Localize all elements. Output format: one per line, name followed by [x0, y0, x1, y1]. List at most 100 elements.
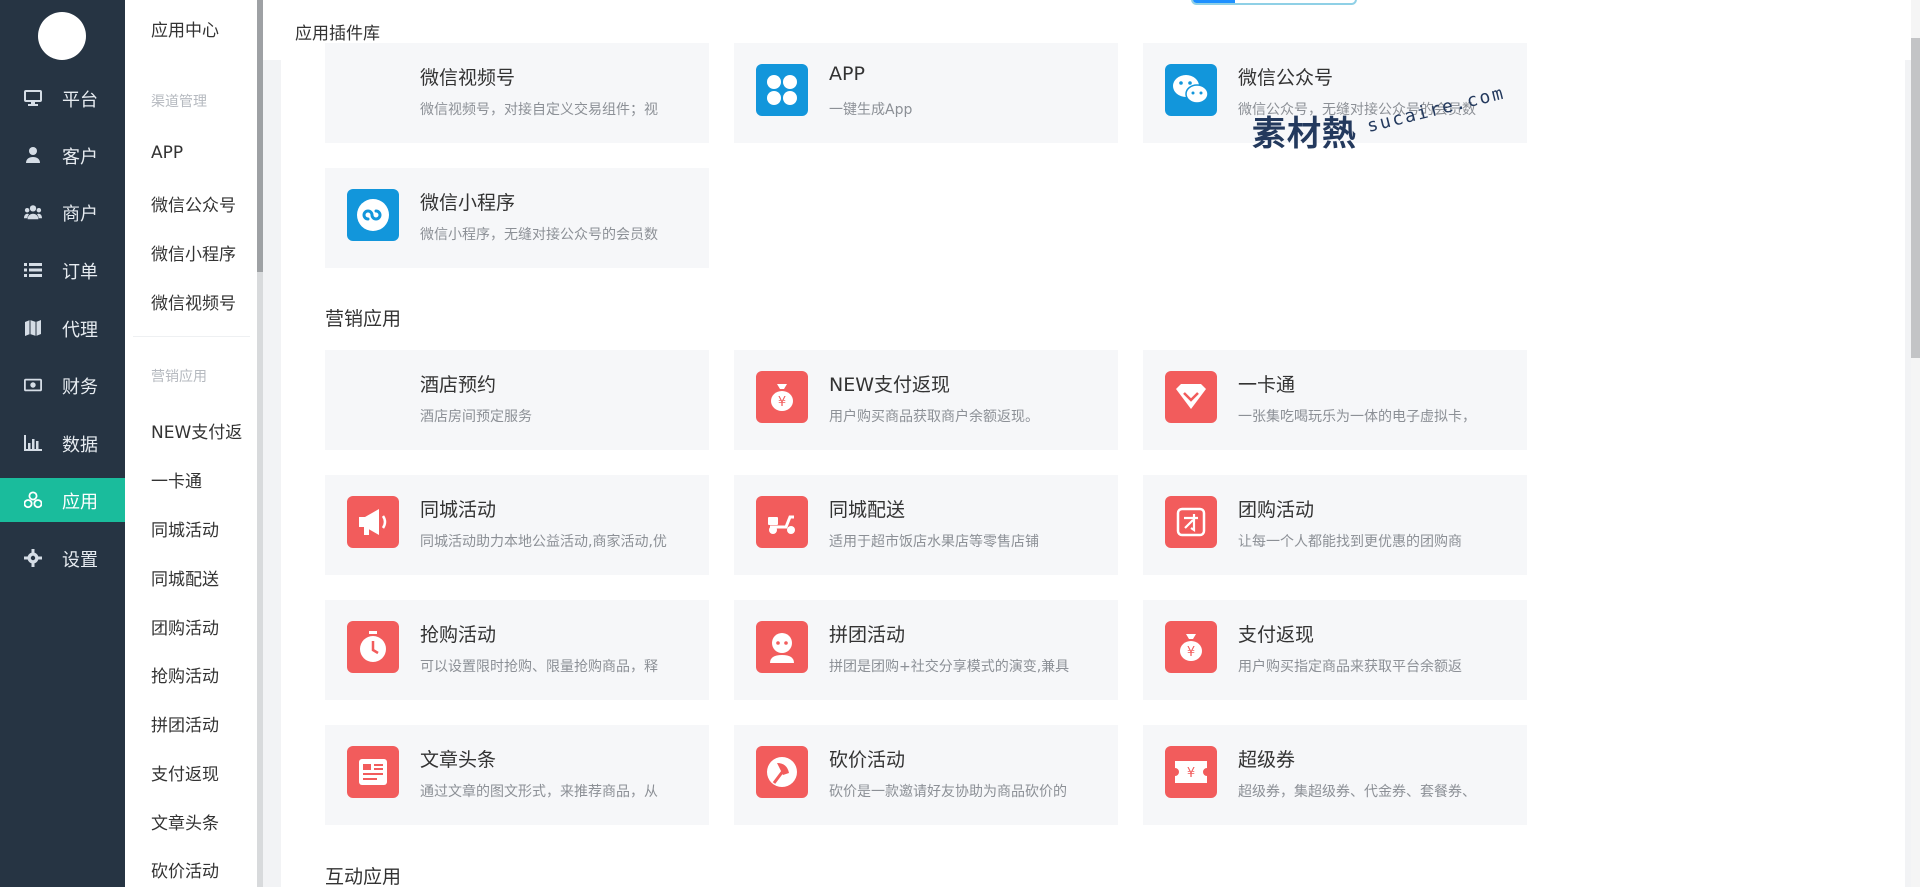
ticket-icon: ¥: [1165, 746, 1217, 798]
plugin-card-flash-sale[interactable]: 抢购活动 可以设置限时抢购、限量抢购商品，释: [325, 600, 709, 700]
bar-chart-icon: [24, 434, 42, 452]
svg-text:¥: ¥: [1187, 645, 1195, 660]
card-title: 微信视频号: [420, 67, 516, 89]
card-title: 拼团活动: [829, 624, 906, 646]
gear-icon: [24, 549, 42, 567]
nav-label: 客户: [62, 147, 98, 168]
card-desc: 一张集吃喝玩乐为一体的电子虚拟卡，: [1238, 409, 1476, 425]
axe-icon: [756, 746, 808, 798]
nav-item-platform[interactable]: 平台: [0, 76, 125, 120]
submenu-item-new-pay-cashback[interactable]: NEW支付返: [151, 418, 251, 443]
plugin-card-app[interactable]: APP 一键生成App: [734, 43, 1118, 143]
plugin-card-one-card[interactable]: 一卡通 一张集吃喝玩乐为一体的电子虚拟卡，: [1143, 350, 1527, 450]
card-title: 抢购活动: [420, 624, 497, 646]
nav-item-settings[interactable]: 设置: [0, 536, 125, 580]
submenu-title: 应用中心: [151, 21, 219, 41]
card-title: 一卡通: [1238, 374, 1296, 396]
avatar[interactable]: [38, 12, 86, 60]
blank-icon: [347, 371, 399, 423]
nav-item-data[interactable]: 数据: [0, 421, 125, 465]
card-desc: 砍价是一款邀请好友协助为商品砍价的: [829, 784, 1067, 800]
stopwatch-icon: [347, 621, 399, 673]
toggle-fill: [1193, 0, 1235, 3]
submenu-item-bargain[interactable]: 砍价活动: [151, 857, 251, 882]
nav-label: 应用: [62, 492, 98, 513]
plugin-card-local-activity[interactable]: 同城活动 同城活动助力本地公益活动,商家活动,优: [325, 475, 709, 575]
nav-label: 财务: [62, 377, 98, 398]
submenu-item-card[interactable]: 一卡通: [151, 467, 251, 492]
app-root: 平台 客户 商户 订单 代理 财务 数据 应用 设置 应用中心 渠道管理 APP…: [0, 0, 1920, 887]
card-desc: 可以设置限时抢购、限量抢购商品，释: [420, 659, 658, 675]
divider: [133, 336, 250, 337]
submenu-item-app[interactable]: APP: [151, 143, 251, 163]
plugin-card-wechat-mini[interactable]: 微信小程序 微信小程序，无缝对接公众号的会员数: [325, 168, 709, 268]
list-icon: [24, 261, 42, 279]
plugin-card-new-pay-cashback[interactable]: ¥ NEW支付返现 用户购买商品获取商户余额返现。: [734, 350, 1118, 450]
nav-label: 订单: [62, 262, 98, 283]
card-title: 微信公众号: [1238, 67, 1334, 89]
watermark: 素材熱 sucaire.com: [1252, 82, 1507, 164]
page-title: 应用插件库: [295, 24, 380, 44]
main-nav: 平台 客户 商户 订单 代理 财务 数据 应用 设置: [0, 0, 125, 887]
megaphone-icon: [347, 496, 399, 548]
submenu-item-wechat-official[interactable]: 微信公众号: [151, 191, 251, 216]
plugin-card-team-buy[interactable]: 拼团活动 拼团是团购+社交分享模式的演变,兼具: [734, 600, 1118, 700]
card-title: 同城配送: [829, 499, 906, 521]
submenu-item-local-delivery[interactable]: 同城配送: [151, 565, 251, 590]
card-desc: 用户购买商品获取商户余额返现。: [829, 409, 1039, 425]
nav-item-finance[interactable]: 财务: [0, 363, 125, 407]
card-desc: 微信小程序，无缝对接公众号的会员数: [420, 227, 658, 243]
card-desc: 通过文章的图文形式，来推荐商品，从: [420, 784, 658, 800]
money-bag-icon: ¥: [756, 371, 808, 423]
submenu-item-group-buy[interactable]: 团购活动: [151, 614, 251, 639]
nav-label: 平台: [62, 90, 98, 111]
plugin-card-group-buy[interactable]: 团购活动 让每一个人都能找到更优惠的团购商: [1143, 475, 1527, 575]
nav-label: 代理: [62, 320, 98, 341]
nav-label: 数据: [62, 435, 98, 456]
submenu-item-pay-cashback[interactable]: 支付返现: [151, 760, 251, 785]
submenu-item-wechat-video[interactable]: 微信视频号: [151, 289, 251, 314]
users-icon: [24, 203, 42, 221]
plugin-card-hotel[interactable]: 酒店预约 酒店房间预定服务: [325, 350, 709, 450]
submenu-item-flash-sale[interactable]: 抢购活动: [151, 662, 251, 687]
submenu-item-local-activity[interactable]: 同城活动: [151, 516, 251, 541]
wechat-icon: [1165, 64, 1217, 116]
plugin-card-super-coupon[interactable]: ¥ 超级券 超级券，集超级券、代金券、套餐券、: [1143, 725, 1527, 825]
main-scrollbar[interactable]: [1911, 0, 1920, 887]
user-icon: [24, 146, 42, 164]
card-title: 超级券: [1238, 749, 1296, 771]
scrollbar-thumb[interactable]: [1911, 38, 1920, 358]
scooter-icon: [756, 496, 808, 548]
nav-item-apps[interactable]: 应用: [0, 478, 125, 522]
card-desc: 超级券，集超级券、代金券、套餐券、: [1238, 784, 1476, 800]
nav-item-customer[interactable]: 客户: [0, 133, 125, 177]
submenu-item-wechat-mini[interactable]: 微信小程序: [151, 240, 251, 265]
card-desc: 同城活动助力本地公益活动,商家活动,优: [420, 534, 667, 550]
nav-item-agent[interactable]: 代理: [0, 306, 125, 350]
nav-label: 设置: [62, 550, 98, 571]
section-title-interactive: 互动应用: [325, 866, 402, 887]
nav-item-merchant[interactable]: 商户: [0, 190, 125, 234]
card-desc: 让每一个人都能找到更优惠的团购商: [1238, 534, 1462, 550]
svg-text:¥: ¥: [1187, 766, 1195, 781]
card-title: 同城活动: [420, 499, 497, 521]
toggle-switch[interactable]: [1191, 0, 1357, 5]
plugin-card-pay-cashback[interactable]: ¥ 支付返现 用户购买指定商品来获取平台余额返: [1143, 600, 1527, 700]
watermark-logo: 素材熱: [1252, 114, 1357, 154]
card-title: 团购活动: [1238, 499, 1315, 521]
submenu-item-team-buy[interactable]: 拼团活动: [151, 711, 251, 736]
plugin-card-local-delivery[interactable]: 同城配送 适用于超市饭店水果店等零售店铺: [734, 475, 1118, 575]
plugin-card-article[interactable]: 文章头条 通过文章的图文形式，来推荐商品，从: [325, 725, 709, 825]
plugin-card-bargain[interactable]: 砍价活动 砍价是一款邀请好友协助为商品砍价的: [734, 725, 1118, 825]
person-icon: [756, 621, 808, 673]
diamond-icon: [1165, 371, 1217, 423]
submenu-item-article[interactable]: 文章头条: [151, 809, 251, 834]
nav-item-order[interactable]: 订单: [0, 248, 125, 292]
card-desc: 适用于超市饭店水果店等零售店铺: [829, 534, 1039, 550]
plugin-card-wechat-video[interactable]: 微信视频号 微信视频号，对接自定义交易组件；视: [325, 43, 709, 143]
card-title: 砍价活动: [829, 749, 906, 771]
section-title-marketing: 营销应用: [325, 308, 402, 330]
card-title: 支付返现: [1238, 624, 1315, 646]
money-bag-icon: ¥: [1165, 621, 1217, 673]
card-title: 微信小程序: [420, 192, 516, 214]
